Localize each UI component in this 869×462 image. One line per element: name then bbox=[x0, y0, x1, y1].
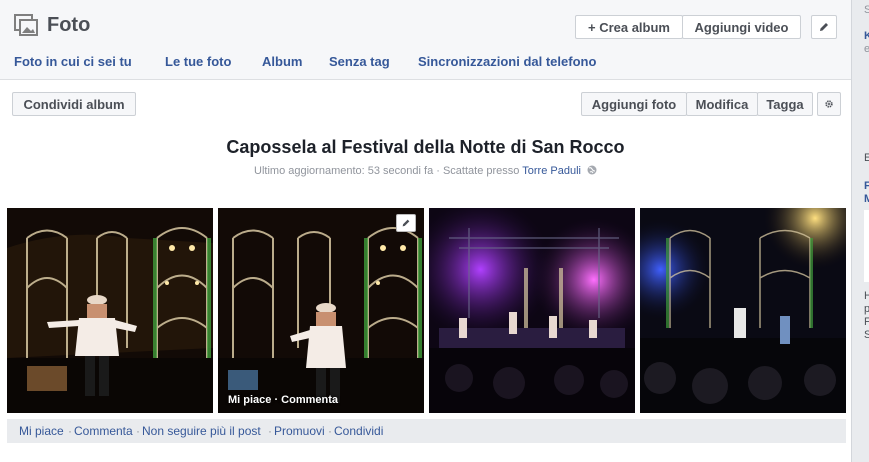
photo-3-image bbox=[429, 208, 635, 413]
sidebar-fragment: K bbox=[864, 30, 869, 42]
settings-gear-button[interactable] bbox=[817, 92, 841, 116]
album-location-link[interactable]: Torre Paduli bbox=[522, 165, 581, 177]
edit-pencil-button[interactable] bbox=[811, 15, 837, 39]
photo-1-image bbox=[7, 208, 213, 413]
add-photo-button[interactable]: Aggiungi foto bbox=[581, 92, 687, 116]
sidebar-fragment: F bbox=[864, 180, 869, 192]
tab-untagged[interactable]: Senza tag bbox=[329, 54, 390, 69]
main-panel: Foto + Crea album Aggiungi video Foto in… bbox=[0, 0, 852, 462]
edit-album-button[interactable]: Modifica bbox=[686, 92, 758, 116]
pencil-icon bbox=[402, 219, 410, 227]
photo-hover-actions[interactable]: Mi piace · Commenta bbox=[228, 394, 338, 406]
tab-albums[interactable]: Album bbox=[262, 54, 302, 69]
sidebar-fragment: e bbox=[864, 43, 869, 55]
promote-link[interactable]: Promuovi bbox=[274, 424, 325, 438]
separator: · bbox=[268, 424, 272, 438]
add-video-button[interactable]: Aggiungi video bbox=[682, 15, 801, 39]
sidebar-ad-image bbox=[864, 210, 869, 282]
separator: · bbox=[136, 424, 140, 438]
right-sidebar-fragment: S K e E F M H p F S bbox=[852, 0, 869, 462]
album-updated: Ultimo aggiornamento: 53 secondi fa · Sc… bbox=[254, 165, 523, 177]
tag-button[interactable]: Tagga bbox=[757, 92, 813, 116]
comment-link[interactable]: Commenta bbox=[74, 424, 133, 438]
tab-your-photos[interactable]: Le tue foto bbox=[165, 54, 231, 69]
share-link[interactable]: Condividi bbox=[334, 424, 383, 438]
sidebar-fragment: p bbox=[864, 303, 869, 315]
photos-header: Foto + Crea album Aggiungi video Foto in… bbox=[0, 0, 851, 80]
tab-phone-sync[interactable]: Sincronizzazioni dal telefono bbox=[418, 54, 596, 69]
share-album-button[interactable]: Condividi album bbox=[12, 92, 136, 116]
gear-icon bbox=[825, 100, 833, 108]
globe-icon bbox=[587, 165, 597, 175]
create-album-button[interactable]: + Crea album bbox=[575, 15, 683, 39]
album-photo-3[interactable] bbox=[429, 208, 635, 413]
album-photo-4[interactable] bbox=[640, 208, 846, 413]
separator: · bbox=[68, 424, 72, 438]
like-link[interactable]: Mi piace bbox=[19, 424, 64, 438]
sidebar-fragment: E bbox=[864, 152, 869, 164]
album-title: Capossela al Festival della Notte di San… bbox=[226, 137, 625, 157]
photo-4-image bbox=[640, 208, 846, 413]
photo-edit-button[interactable] bbox=[396, 214, 416, 232]
sidebar-fragment: H bbox=[864, 290, 869, 302]
unfollow-link[interactable]: Non seguire più il post bbox=[142, 424, 261, 438]
photo-2-image bbox=[218, 208, 424, 413]
post-actions-bar: Mi piace · Commenta · Non seguire più il… bbox=[7, 419, 846, 443]
photos-icon bbox=[14, 14, 38, 36]
sidebar-fragment: M bbox=[864, 193, 869, 205]
tab-photos-of-you[interactable]: Foto in cui ci sei tu bbox=[14, 54, 132, 69]
separator: · bbox=[328, 424, 332, 438]
album-photo-1[interactable] bbox=[7, 208, 213, 413]
pencil-icon bbox=[820, 23, 828, 31]
album-meta: Ultimo aggiornamento: 53 secondi fa · Sc… bbox=[0, 165, 851, 177]
sidebar-fragment: F bbox=[864, 316, 869, 328]
sidebar-fragment: S bbox=[864, 329, 869, 341]
sidebar-fragment: S bbox=[864, 4, 869, 16]
page-title: Foto bbox=[47, 14, 91, 36]
album-photo-2[interactable]: Mi piace · Commenta bbox=[218, 208, 424, 413]
